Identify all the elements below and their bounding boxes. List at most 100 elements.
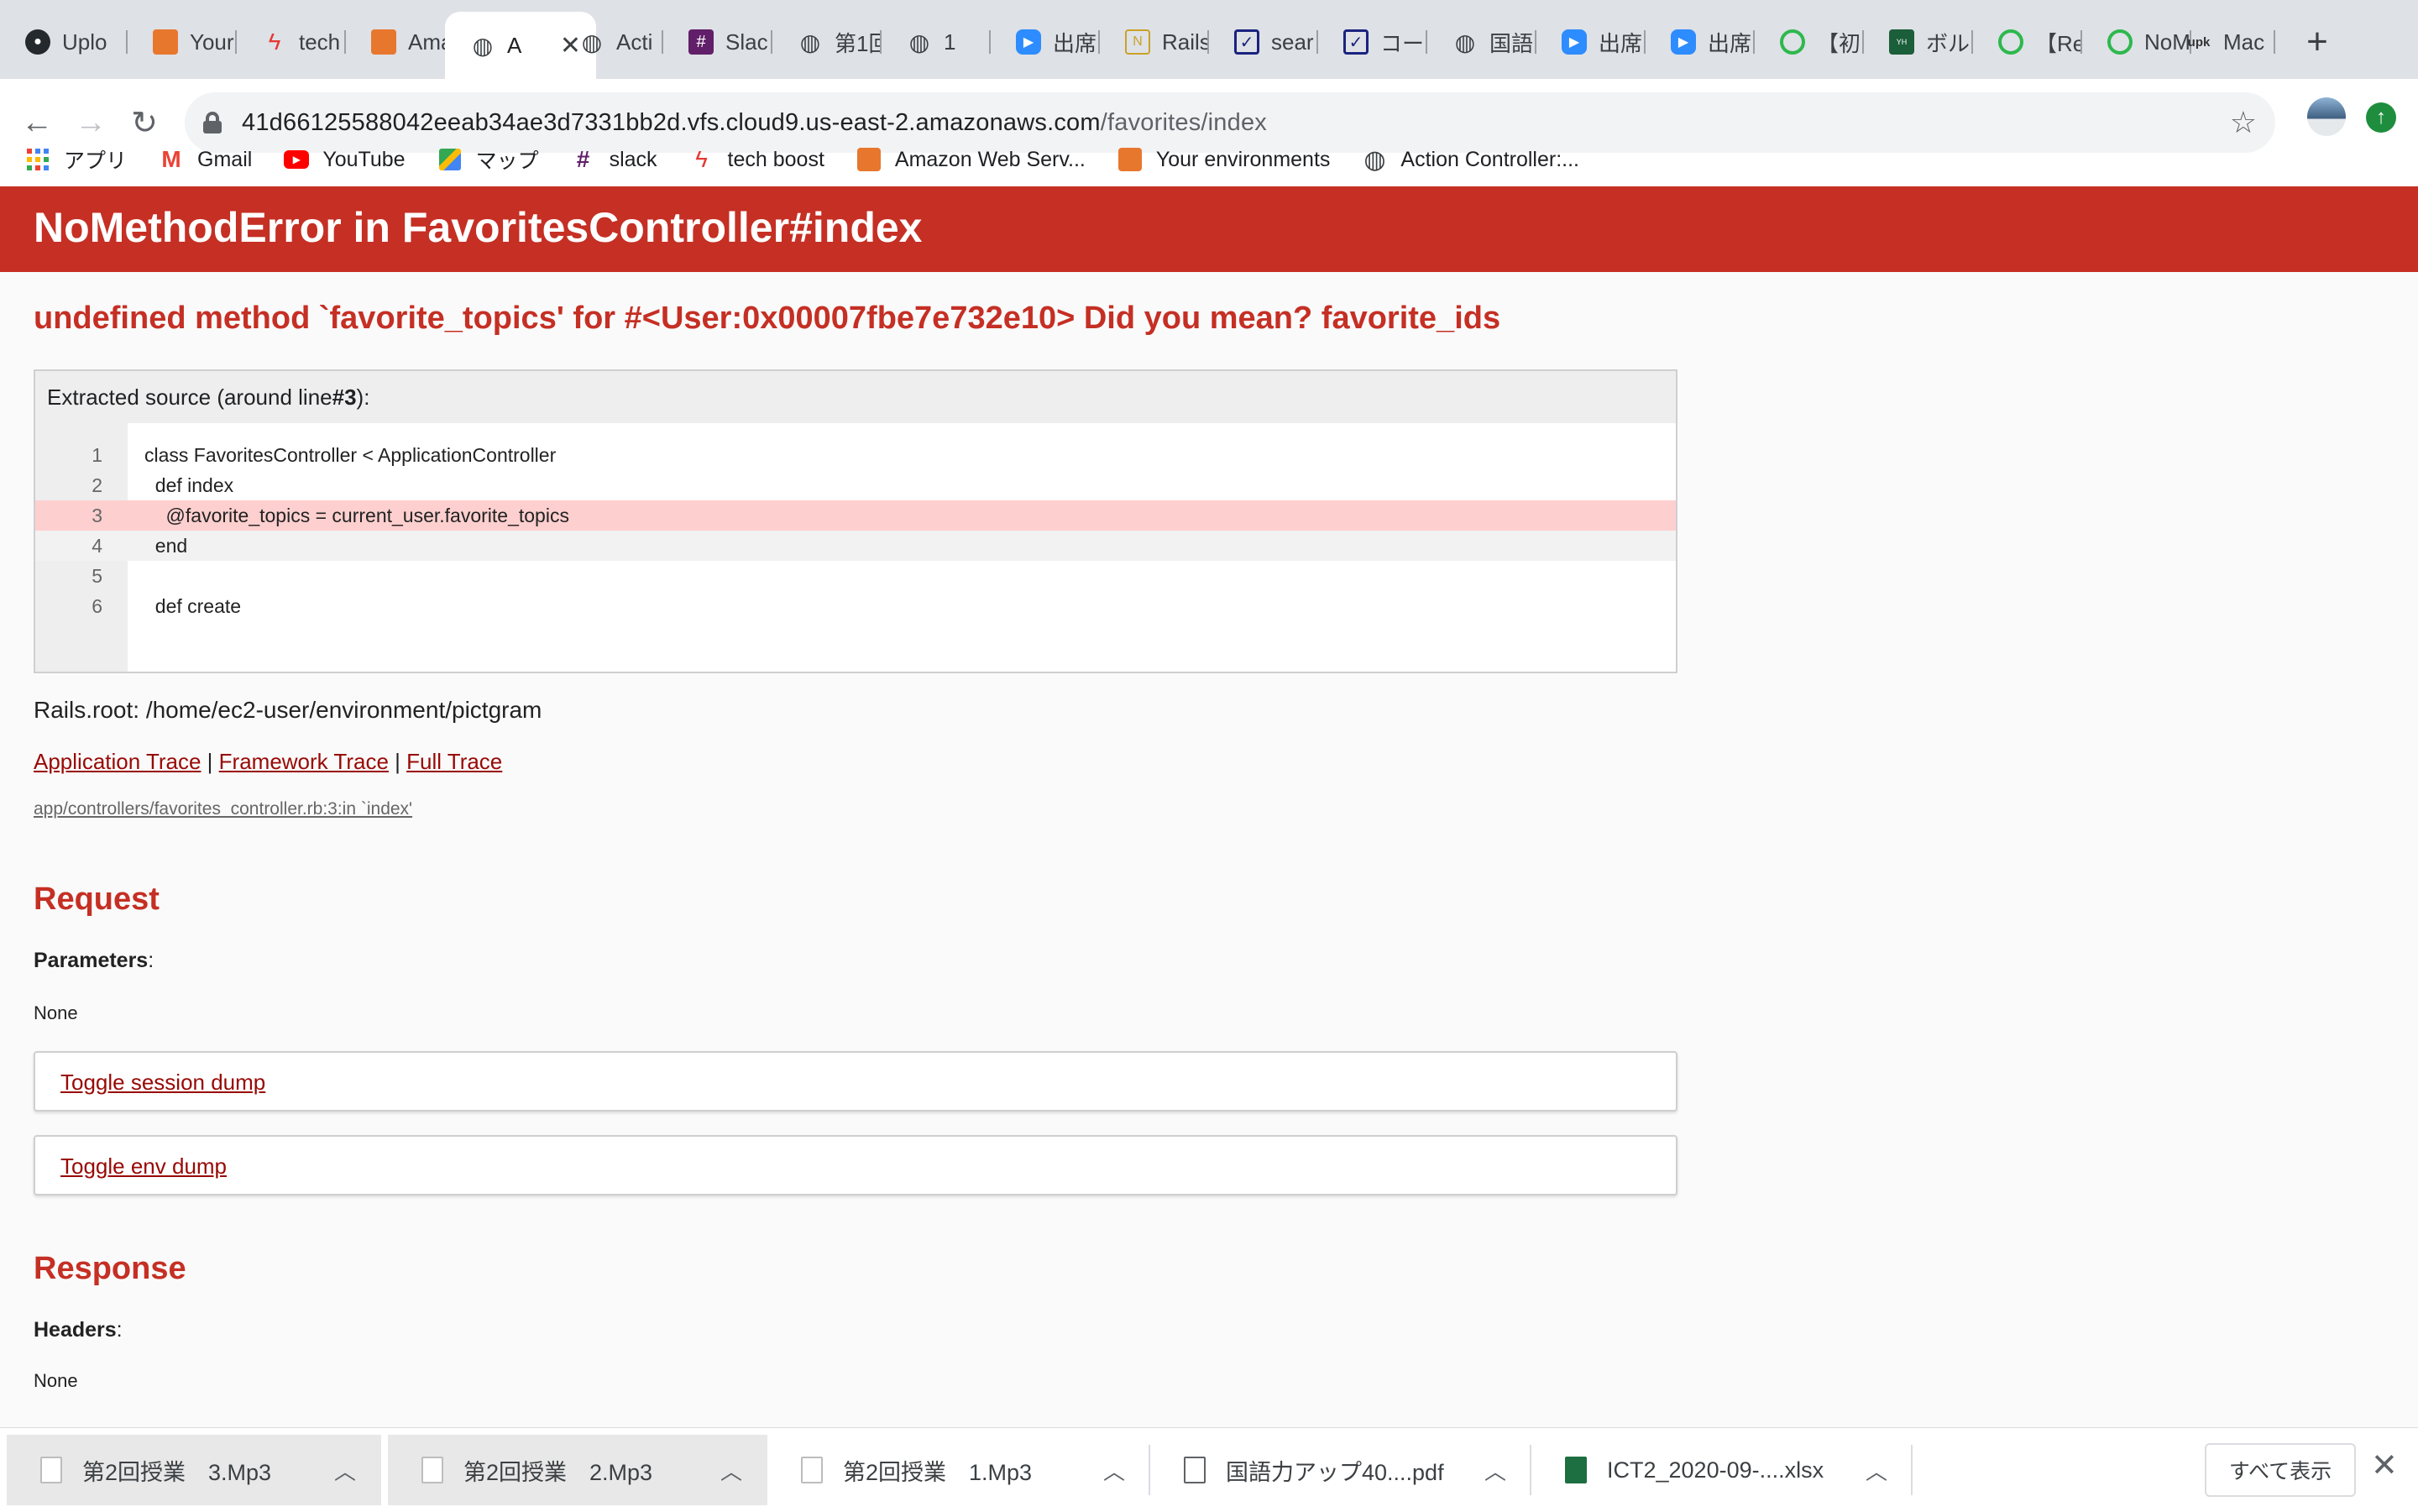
bookmark-maps[interactable]: マップ <box>437 144 539 175</box>
tab-11[interactable]: ✓ sear <box>1209 20 1318 64</box>
tab-title: 第1回 <box>835 30 882 56</box>
update-arrow-icon[interactable]: ↑ <box>2366 102 2396 133</box>
trace-separator: | <box>201 749 219 774</box>
toggle-env-dump-link[interactable]: Toggle env dump <box>60 1154 227 1180</box>
tab-3[interactable]: Ama <box>346 20 445 64</box>
headers-label: Headers: <box>34 1318 123 1342</box>
bookmark-label: YouTube <box>322 147 406 171</box>
download-item[interactable]: 第2回授業 3.Mp3 ︿ <box>7 1435 381 1505</box>
line-number: 6 <box>92 595 102 617</box>
download-filename: 第2回授業 1.Mp3 <box>843 1459 1033 1485</box>
tech-boost-icon: ϟ <box>695 146 708 172</box>
aws-icon <box>856 147 882 172</box>
application-trace-link[interactable]: Application Trace <box>34 749 201 774</box>
tab-1[interactable]: Your <box>128 20 237 64</box>
rails-root: Rails.root: /home/ec2-user/environment/p… <box>34 697 542 723</box>
line-number: 5 <box>92 565 102 587</box>
source-header-prefix: Extracted source (around line <box>47 384 332 410</box>
slack-icon: # <box>576 146 590 172</box>
tab-0[interactable]: ● Uplo <box>0 20 128 64</box>
line-code: end <box>144 535 188 557</box>
download-item[interactable]: 国語力アップ40....pdf ︿ <box>1150 1435 1531 1505</box>
tab-title: 【Re <box>2035 30 2082 56</box>
tab-title: sear <box>1271 29 1314 55</box>
bookmark-your-environments[interactable]: Your environments <box>1117 147 1331 172</box>
parameters-label: Parameters: <box>34 949 154 972</box>
bookmark-tech-boost[interactable]: ϟ tech boost <box>689 146 824 172</box>
tab-16[interactable]: 【初 <box>1755 20 1864 64</box>
extracted-source: Extracted source (around line #3): 1 cla… <box>34 369 1677 673</box>
download-item[interactable]: 第2回授業 2.Mp3 ︿ <box>388 1435 767 1505</box>
tab-title: Acti <box>616 29 653 55</box>
code-line: 1 class FavoritesController < Applicatio… <box>35 440 1676 470</box>
tab-12[interactable]: ✓ コー <box>1318 20 1427 64</box>
url-host: 41d66125588042eeab34ae3d7331bb2d.vfs.clo… <box>242 108 1101 136</box>
file-icon <box>421 1457 443 1483</box>
aws-icon <box>1117 147 1143 172</box>
parameters-label-text: Parameters <box>34 949 149 972</box>
tab-title: Your <box>190 29 234 55</box>
tab-20[interactable]: upk Mac <box>2161 20 2275 64</box>
file-icon <box>801 1457 823 1483</box>
chevron-up-icon[interactable]: ︿ <box>1866 1455 1887 1486</box>
bookmark-label: アプリ <box>64 149 128 173</box>
bookmark-apps[interactable]: アプリ <box>25 144 127 175</box>
bookmark-youtube[interactable]: ▶ YouTube <box>284 147 406 172</box>
excel-file-icon <box>1565 1457 1587 1483</box>
tab-2[interactable]: ϟ tech <box>237 20 346 64</box>
tab-strip: ● Uplo Your ϟ tech Ama ◍ A ✕ ◍ Acti # Sl… <box>0 0 2418 79</box>
tab-7[interactable]: ◍ 第1回 <box>772 20 882 64</box>
download-item[interactable]: 第2回授業 1.Mp3 ︿ <box>767 1435 1150 1505</box>
new-tab-button[interactable]: + <box>2295 20 2339 64</box>
bookmark-action-controller[interactable]: ◍ Action Controller:... <box>1362 146 1579 174</box>
tab-title: 出席 <box>1053 30 1097 56</box>
error-header: NoMethodError in FavoritesController#ind… <box>0 186 2418 272</box>
green-circle-icon <box>2107 29 2133 55</box>
line-number: 1 <box>92 444 102 466</box>
chevron-up-icon[interactable]: ︿ <box>334 1455 356 1486</box>
trace-line-link[interactable]: app/controllers/favorites_controller.rb:… <box>34 799 412 819</box>
download-filename: 第2回授業 3.Mp3 <box>82 1459 272 1485</box>
tab-title: ボル <box>1926 30 1971 56</box>
download-item[interactable]: ICT2_2020-09-....xlsx ︿ <box>1531 1435 1913 1505</box>
chevron-up-icon[interactable]: ︿ <box>1484 1455 1506 1486</box>
tab-6[interactable]: # Slac <box>663 20 772 64</box>
code-line: 5 <box>35 561 1676 591</box>
bookmark-slack[interactable]: # slack <box>571 146 657 172</box>
url-text[interactable]: 41d66125588042eeab34ae3d7331bb2d.vfs.clo… <box>242 109 1267 137</box>
chevron-up-icon[interactable]: ︿ <box>1103 1455 1125 1486</box>
tab-10[interactable]: N Rails <box>1100 20 1209 64</box>
profile-avatar[interactable] <box>2307 97 2346 136</box>
tab-8[interactable]: ◍ 1 <box>882 20 991 64</box>
line-number: 3 <box>35 500 102 531</box>
close-icon[interactable]: ✕ <box>2371 1447 2398 1484</box>
code-line-highlighted: 3 @favorite_topics = current_user.favori… <box>35 500 1676 531</box>
bookmark-star-icon[interactable]: ☆ <box>2230 105 2257 140</box>
tab-13[interactable]: ◍ 国語 <box>1427 20 1536 64</box>
tab-9[interactable]: ▶ 出席 <box>991 20 1100 64</box>
tab-15[interactable]: ▶ 出席 <box>1646 20 1755 64</box>
upk-icon: upk <box>2187 34 2211 50</box>
toggle-session-dump-link[interactable]: Toggle session dump <box>60 1070 265 1096</box>
checkbox-icon: ✓ <box>1234 29 1259 55</box>
tab-18[interactable]: 【Re <box>1973 20 2082 64</box>
show-all-downloads-button[interactable]: すべて表示 <box>2205 1443 2356 1497</box>
zoom-icon: ▶ <box>1671 29 1696 55</box>
gmail-icon: M <box>161 146 181 172</box>
bookmark-aws[interactable]: Amazon Web Serv... <box>856 147 1086 172</box>
full-trace-link[interactable]: Full Trace <box>406 749 502 774</box>
tab-title: Mac <box>2223 29 2265 55</box>
github-icon: ● <box>25 29 50 55</box>
tab-14[interactable]: ▶ 出席 <box>1536 20 1646 64</box>
tab-title: Ama <box>408 29 445 55</box>
chevron-up-icon[interactable]: ︿ <box>720 1455 742 1486</box>
tab-5[interactable]: ◍ Acti <box>554 20 663 64</box>
bookmark-label: Your environments <box>1155 147 1331 171</box>
bookmark-gmail[interactable]: M Gmail <box>159 146 252 172</box>
trace-links: Application Trace | Framework Trace | Fu… <box>34 749 502 775</box>
tab-17[interactable]: YH ボル <box>1864 20 1973 64</box>
framework-trace-link[interactable]: Framework Trace <box>219 749 389 774</box>
tab-title: tech <box>299 29 341 55</box>
lock-icon[interactable] <box>203 112 222 133</box>
source-header: Extracted source (around line #3): <box>35 371 1676 423</box>
